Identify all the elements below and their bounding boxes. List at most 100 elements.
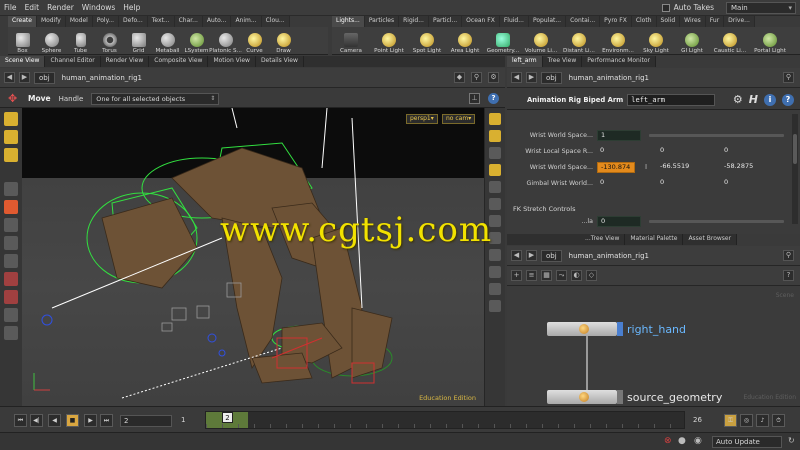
tool-caustic-light[interactable]: Caustic Li... [710,33,750,54]
tool-torus[interactable]: Torus [95,33,124,54]
shelf-tab-auto[interactable]: Auto... [203,16,232,27]
param-value-z[interactable]: 0 [721,178,781,189]
select-tool-icon[interactable] [4,112,18,126]
network-back-icon[interactable]: ◀ [511,250,522,261]
tool-platonic[interactable]: Platonic S... [209,33,242,54]
rotate-tool-icon[interactable] [4,218,18,232]
tab-details-view[interactable]: Details View [256,56,304,67]
frame-step-field[interactable]: 1 [178,415,202,427]
pin-icon[interactable]: ⚲ [471,72,482,83]
tool-curve[interactable]: Curve [240,33,269,54]
key-icon[interactable]: ⚿ [724,414,737,427]
tab-render-view[interactable]: Render View [101,56,150,67]
param-value-y[interactable]: 0 [657,146,721,157]
menu-file[interactable]: File [0,3,21,12]
error-icon[interactable]: ⊗ [664,436,672,446]
stop-icon[interactable]: ■ [66,414,79,427]
tool-volume-light[interactable]: Volume Li... [522,33,560,54]
no-cam-menu[interactable]: no cam▾ [442,114,476,124]
display-toggle-icon-10[interactable] [489,266,501,278]
right-back-icon[interactable]: ◀ [511,72,522,83]
refresh-icon[interactable]: ↻ [788,436,795,445]
selection-mode-select[interactable]: One for all selected objects [91,92,220,105]
tool-draw[interactable]: Draw [269,33,298,54]
tab-performance-monitor[interactable]: Performance Monitor [582,56,657,67]
param-value-y[interactable]: -66.5519 [657,162,721,173]
play-reverse-icon[interactable]: ◀ [48,414,61,427]
display-toggle-icon-12[interactable] [489,300,501,312]
right-path-node[interactable]: human_animation_rig1 [566,74,652,82]
tool-spot-light[interactable]: Spot Light [408,33,446,54]
shelf-tab-clou[interactable]: Clou... [262,16,290,27]
lasso-tool-icon[interactable] [4,148,18,162]
parameter-scrollbar[interactable] [792,114,798,224]
jump-end-icon[interactable]: ⏭ [100,414,113,427]
shelf-tab-anim[interactable]: Anim... [231,16,262,27]
end-frame-field[interactable]: 26 [690,415,716,427]
display-toggle-icon-9[interactable] [489,249,501,261]
right-path-root[interactable]: obj [541,71,562,84]
settings-icon[interactable]: ⚙ [488,72,499,83]
timeline-cursor[interactable]: 2 [222,412,233,423]
shelf-tab-fur[interactable]: Fur [706,16,725,27]
display-toggle-icon-3[interactable] [489,147,501,159]
play-icon[interactable]: ▶ [84,414,97,427]
shelf-tab-model[interactable]: Model [66,16,93,27]
network-forward-icon[interactable]: ▶ [526,250,537,261]
tool-metaball[interactable]: Metaball [153,33,182,54]
fk-stretch-section-header[interactable]: FK Stretch Controls [513,205,575,213]
tab-left-arm[interactable]: left_arm [507,56,543,67]
tab-material-palette[interactable]: Material Palette [625,234,684,245]
axes-icon[interactable]: ⊥ [469,93,480,104]
param-value-z[interactable]: -58.2875 [721,162,781,173]
tab-scene-view[interactable]: Scene View [0,56,46,67]
shelf-tab-defo[interactable]: Defo... [119,16,148,27]
step-back-icon[interactable]: ◀| [30,414,43,427]
tab-composite-view[interactable]: Composite View [149,56,209,67]
shelf-tab-wires[interactable]: Wires [680,16,706,27]
node-display-flag[interactable] [617,322,623,336]
tab-motion-view[interactable]: Motion View [208,56,256,67]
tool-grid[interactable]: Grid [124,33,153,54]
node-right-hand[interactable]: right_hand [547,322,686,336]
shelf-tab-cloth[interactable]: Cloth [632,16,657,27]
pose-tool-icon[interactable] [4,254,18,268]
render-region-icon[interactable] [4,326,18,340]
move-tool-side-icon[interactable] [4,200,18,214]
param-value-field[interactable]: 1 [597,129,641,141]
shelf-tab-solid[interactable]: Solid [657,16,681,27]
shelf-tab-fluid[interactable]: Fluid... [500,16,529,27]
display-toggle-icon-5[interactable] [489,181,501,193]
right-forward-icon[interactable]: ▶ [526,72,537,83]
tool-sphere[interactable]: Sphere [37,33,66,54]
tool-box[interactable]: Box [8,33,37,54]
network-view[interactable]: Scene right_hand source_geometry Educati… [507,286,800,406]
tab-asset-browser[interactable]: Asset Browser [683,234,738,245]
tab-tree-view-2[interactable]: ...Tree View [507,234,626,245]
handle-tool-icon[interactable] [4,272,18,286]
menu-help[interactable]: Help [119,3,144,12]
move-tool-icon[interactable]: ✥ [8,93,22,105]
shelf-tab-text[interactable]: Text... [148,16,175,27]
tool-geometry-light[interactable]: Geometry... [484,33,522,54]
menu-windows[interactable]: Windows [78,3,119,12]
param-value-y[interactable]: 0 [657,178,721,189]
path-node[interactable]: human_animation_rig1 [59,74,145,82]
tool-environment-light[interactable]: Environm... [598,33,638,54]
display-toggle-icon-2[interactable] [489,130,501,142]
param-help-icon[interactable]: ? [782,93,794,106]
start-frame-field[interactable]: 2 [120,415,172,427]
help-icon[interactable]: ? [488,93,499,104]
node-name-field[interactable]: left_arm [627,93,716,106]
parameter-scroll-thumb[interactable] [793,134,797,164]
network-add-icon[interactable]: + [511,270,522,281]
tab-tree-view[interactable]: Tree View [543,56,583,67]
pointer-tool-icon[interactable] [4,182,18,196]
display-toggle-icon-1[interactable] [489,113,501,125]
geometry-icon[interactable]: ◆ [454,72,465,83]
shelf-tab-drive[interactable]: Drive... [724,16,755,27]
param-slider[interactable] [649,134,784,137]
shelf-tab-create[interactable]: Create [8,16,37,27]
shelf-tab-lights[interactable]: Lights... [332,16,365,27]
tool-tube[interactable]: Tube [66,33,95,54]
